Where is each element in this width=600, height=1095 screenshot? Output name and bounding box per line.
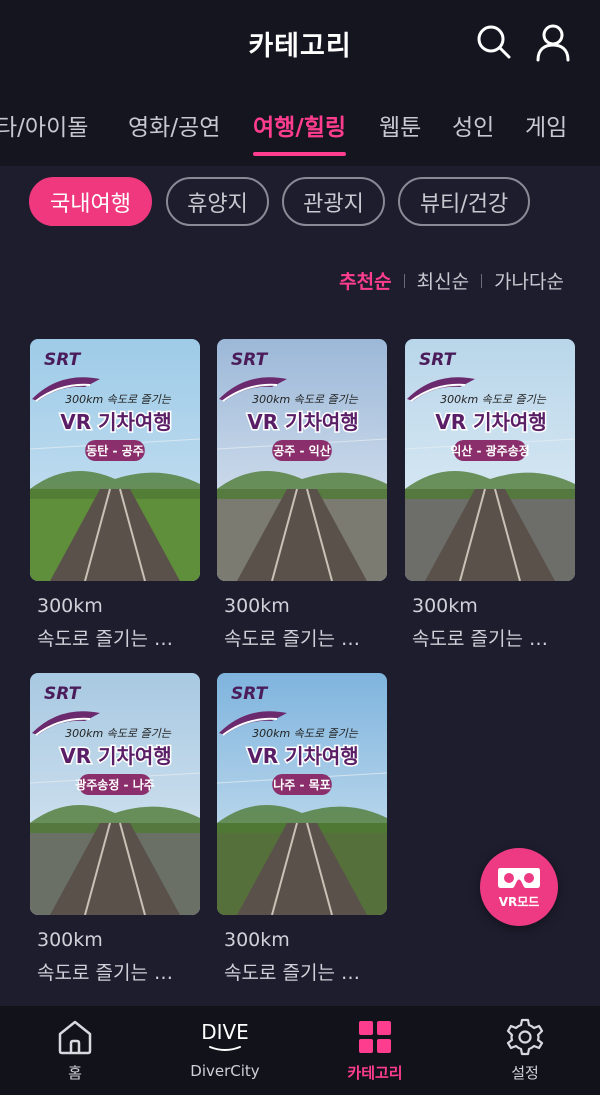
tab-adult[interactable]: 성인 bbox=[452, 108, 494, 142]
nav-settings[interactable]: 설정 bbox=[450, 1006, 600, 1095]
vr-headset-icon bbox=[498, 867, 540, 888]
card-thumbnail: SRT 300km 속도로 즐기는 VR 기차여행 광주송정 - 나주 bbox=[30, 673, 200, 915]
sort-options: 추천순 최신순 가나다순 bbox=[339, 267, 564, 294]
tab-webtoon[interactable]: 웹툰 bbox=[379, 108, 421, 142]
card-title-line2: 속도로 즐기는 … bbox=[224, 962, 360, 984]
content-card[interactable]: SRT 300km 속도로 즐기는 VR 기차여행 나주 - 목포 300km … bbox=[217, 673, 387, 985]
card-tagline: 300km 속도로 즐기는 bbox=[252, 727, 359, 740]
nav-settings-label: 설정 bbox=[511, 1064, 539, 1082]
sort-recommended[interactable]: 추천순 bbox=[339, 267, 391, 294]
card-thumbnail: SRT 300km 속도로 즐기는 VR 기차여행 동탄 - 공주 bbox=[30, 339, 200, 581]
card-route: 나주 - 목포 bbox=[273, 777, 331, 792]
nav-home-label: 홈 bbox=[68, 1064, 82, 1082]
content-card[interactable]: SRT 300km 속도로 즐기는 VR 기차여행 익산 - 광주송정 300k… bbox=[405, 339, 575, 651]
content-card[interactable]: SRT 300km 속도로 즐기는 VR 기차여행 동탄 - 공주 300km … bbox=[30, 339, 200, 651]
card-headline: VR 기차여행 bbox=[60, 410, 171, 434]
card-headline: VR 기차여행 bbox=[435, 410, 546, 434]
card-route: 광주송정 - 나주 bbox=[75, 777, 155, 792]
card-tagline: 300km 속도로 즐기는 bbox=[440, 393, 547, 406]
tab-game[interactable]: 게임 bbox=[525, 108, 567, 142]
srt-logo: SRT bbox=[44, 684, 82, 704]
card-title-line1: 300km bbox=[37, 929, 103, 951]
card-route: 공주 - 익산 bbox=[273, 443, 331, 458]
srt-logo: SRT bbox=[231, 350, 269, 370]
card-title-line1: 300km bbox=[412, 595, 478, 617]
nav-home[interactable]: 홈 bbox=[0, 1006, 150, 1095]
content-card[interactable]: SRT 300km 속도로 즐기는 VR 기차여행 광주송정 - 나주 300k… bbox=[30, 673, 200, 985]
bottom-navigation: 홈 DIVE DiverCity 카테고리 설정 bbox=[0, 1006, 600, 1095]
card-route: 동탄 - 공주 bbox=[86, 443, 144, 458]
sort-alphabetical[interactable]: 가나다순 bbox=[494, 267, 564, 294]
nav-divercity[interactable]: DIVE DiverCity bbox=[150, 1006, 300, 1095]
card-title-line1: 300km bbox=[37, 595, 103, 617]
srt-logo: SRT bbox=[419, 350, 457, 370]
sort-divider bbox=[481, 273, 483, 288]
profile-icon[interactable] bbox=[533, 22, 573, 62]
tab-label: 여행/힐링 bbox=[253, 115, 347, 141]
grid-icon bbox=[358, 1018, 392, 1056]
card-thumbnail: SRT 300km 속도로 즐기는 VR 기차여행 익산 - 광주송정 bbox=[405, 339, 575, 581]
nav-category[interactable]: 카테고리 bbox=[300, 1006, 450, 1095]
home-icon bbox=[56, 1018, 94, 1056]
srt-logo: SRT bbox=[44, 350, 82, 370]
card-title-line2: 속도로 즐기는 … bbox=[224, 628, 360, 650]
tab-star-idol[interactable]: 타/아이돌 bbox=[0, 108, 88, 142]
app-header: 카테고리 bbox=[0, 0, 600, 88]
card-headline: VR 기차여행 bbox=[247, 744, 358, 768]
sort-latest[interactable]: 최신순 bbox=[417, 267, 469, 294]
card-title-line2: 속도로 즐기는 … bbox=[37, 628, 173, 650]
card-title-line1: 300km bbox=[224, 929, 290, 951]
card-thumbnail: SRT 300km 속도로 즐기는 VR 기차여행 나주 - 목포 bbox=[217, 673, 387, 915]
card-tagline: 300km 속도로 즐기는 bbox=[65, 393, 172, 406]
vr-mode-label: VR모드 bbox=[498, 894, 540, 909]
nav-divercity-label: DiverCity bbox=[190, 1062, 260, 1080]
nav-category-label: 카테고리 bbox=[347, 1064, 403, 1082]
vr-mode-button[interactable]: VR모드 bbox=[480, 848, 558, 926]
gear-icon bbox=[506, 1018, 544, 1056]
dive-logo-text: DIVE bbox=[201, 1020, 249, 1044]
card-thumbnail: SRT 300km 속도로 즐기는 VR 기차여행 공주 - 익산 bbox=[217, 339, 387, 581]
tab-movie-show[interactable]: 영화/공연 bbox=[128, 108, 220, 142]
content-card[interactable]: SRT 300km 속도로 즐기는 VR 기차여행 공주 - 익산 300km … bbox=[217, 339, 387, 651]
dive-logo: DIVE bbox=[200, 1018, 250, 1056]
sort-divider bbox=[403, 273, 405, 288]
active-tab-indicator bbox=[253, 152, 347, 156]
card-tagline: 300km 속도로 즐기는 bbox=[252, 393, 359, 406]
card-headline: VR 기차여행 bbox=[60, 744, 171, 768]
chip-beauty-health[interactable]: 뷰티/건강 bbox=[398, 177, 530, 226]
chip-resort[interactable]: 휴양지 bbox=[166, 177, 269, 226]
card-title-line1: 300km bbox=[224, 595, 290, 617]
tab-travel-healing[interactable]: 여행/힐링 bbox=[253, 108, 347, 156]
srt-logo: SRT bbox=[231, 684, 269, 704]
card-title-line2: 속도로 즐기는 … bbox=[412, 628, 548, 650]
card-title-line2: 속도로 즐기는 … bbox=[37, 962, 173, 984]
search-icon[interactable] bbox=[474, 22, 514, 62]
chip-domestic-travel[interactable]: 국내여행 bbox=[29, 177, 152, 226]
card-route: 익산 - 광주송정 bbox=[450, 443, 530, 458]
chip-tourist-spot[interactable]: 관광지 bbox=[282, 177, 385, 226]
card-tagline: 300km 속도로 즐기는 bbox=[65, 727, 172, 740]
category-tabs: 타/아이돌 영화/공연 여행/힐링 웹툰 성인 게임 bbox=[0, 88, 600, 166]
card-headline: VR 기차여행 bbox=[247, 410, 358, 434]
